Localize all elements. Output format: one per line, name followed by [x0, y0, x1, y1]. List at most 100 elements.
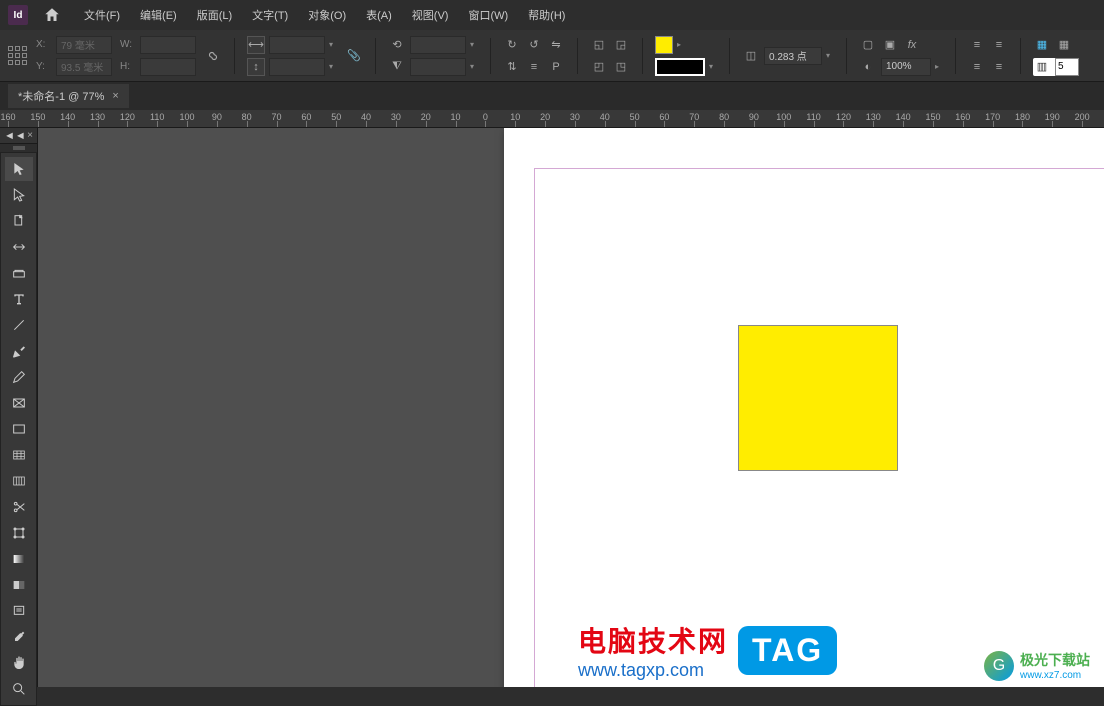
- chevron-down-icon[interactable]: ▾: [826, 51, 834, 60]
- menu-layout[interactable]: 版面(L): [189, 3, 240, 27]
- y-label: Y:: [36, 61, 52, 72]
- pencil-tool[interactable]: [5, 365, 33, 389]
- reference-point-widget[interactable]: [8, 46, 28, 66]
- chevron-down-icon[interactable]: ▾: [709, 62, 717, 71]
- canvas[interactable]: 电脑技术网 www.tagxp.com TAG G 极光下载站 www.xz7.…: [38, 128, 1104, 687]
- hand-tool[interactable]: [5, 651, 33, 675]
- chevron-down-icon[interactable]: ▾: [470, 62, 478, 71]
- chevron-down-icon[interactable]: ▾: [329, 40, 337, 49]
- watermark2-icon: G: [984, 651, 1014, 681]
- select-next-icon[interactable]: ◳: [612, 58, 630, 76]
- rotate-input[interactable]: [410, 36, 466, 54]
- panel-close-icon[interactable]: ×: [27, 130, 33, 141]
- control-bar: X: Y: W: H: ⟷ ▾ ↕ ▾ 📎: [0, 30, 1104, 82]
- panel-handle[interactable]: [13, 146, 25, 150]
- arrange-icon[interactable]: ▦: [1055, 36, 1073, 54]
- h-input[interactable]: [140, 58, 196, 76]
- fx-icon[interactable]: fx: [903, 36, 921, 54]
- fill-swatch[interactable]: [655, 36, 673, 54]
- scale-x-input[interactable]: [269, 36, 325, 54]
- stroke-swatch[interactable]: [655, 58, 705, 76]
- toolbox: [0, 152, 37, 706]
- tab-close-button[interactable]: ×: [112, 90, 118, 102]
- zoom-tool[interactable]: [5, 677, 33, 701]
- select-content-icon[interactable]: ◲: [612, 36, 630, 54]
- menu-view[interactable]: 视图(V): [404, 3, 457, 27]
- align-icon[interactable]: ≡: [525, 58, 543, 76]
- columns-input[interactable]: [1055, 58, 1079, 76]
- gradient-swatch-tool[interactable]: [5, 547, 33, 571]
- wrap-both-icon[interactable]: ≡: [968, 58, 986, 76]
- watermark2-url: www.xz7.com: [1020, 670, 1090, 681]
- chevron-right-icon[interactable]: ▸: [677, 40, 685, 49]
- x-input[interactable]: [56, 36, 112, 54]
- note-tool[interactable]: [5, 599, 33, 623]
- h-label: H:: [120, 61, 136, 72]
- watermark-tagxp: 电脑技术网 www.tagxp.com TAG: [578, 620, 837, 681]
- select-container-icon[interactable]: ◱: [590, 36, 608, 54]
- p-icon[interactable]: P: [547, 58, 565, 76]
- chevron-down-icon[interactable]: ▾: [329, 62, 337, 71]
- direct-selection-tool[interactable]: [5, 183, 33, 207]
- gap-tool[interactable]: [5, 235, 33, 259]
- gradient-feather-tool[interactable]: [5, 573, 33, 597]
- corner-icon[interactable]: ▣: [881, 36, 899, 54]
- scissors-tool[interactable]: [5, 495, 33, 519]
- opacity-input[interactable]: [881, 58, 931, 76]
- home-button[interactable]: [40, 3, 64, 27]
- document-tab[interactable]: *未命名-1 @ 77% ×: [8, 84, 129, 108]
- menu-file[interactable]: 文件(F): [76, 3, 128, 27]
- page-tool[interactable]: [5, 209, 33, 233]
- grid-icon[interactable]: ▦: [1033, 36, 1051, 54]
- rectangle-tool[interactable]: [5, 417, 33, 441]
- rotate-icon[interactable]: ⟲: [388, 36, 406, 54]
- menu-window[interactable]: 窗口(W): [460, 3, 516, 27]
- tool-panel: ◄◄ ×: [0, 128, 38, 687]
- wrap-right-icon[interactable]: ≡: [990, 36, 1008, 54]
- rotate-ccw-icon[interactable]: ↺: [525, 36, 543, 54]
- grid-tool[interactable]: [5, 443, 33, 467]
- chevron-down-icon[interactable]: ▾: [470, 40, 478, 49]
- menu-object[interactable]: 对象(O): [300, 3, 354, 27]
- document-page[interactable]: [504, 128, 1104, 687]
- shear-input[interactable]: [410, 58, 466, 76]
- menu-help[interactable]: 帮助(H): [520, 3, 573, 27]
- rotate-cw-icon[interactable]: ↻: [503, 36, 521, 54]
- stroke-weight-icon[interactable]: ◫: [742, 47, 760, 65]
- stroke-weight-input[interactable]: [764, 47, 822, 65]
- select-prev-icon[interactable]: ◰: [590, 58, 608, 76]
- w-input[interactable]: [140, 36, 196, 54]
- columns-icon[interactable]: ▥: [1033, 58, 1051, 76]
- pen-tool[interactable]: [5, 339, 33, 363]
- chevron-right-icon[interactable]: ▸: [935, 62, 943, 71]
- line-tool[interactable]: [5, 313, 33, 337]
- flip-v-icon[interactable]: ⇅: [503, 58, 521, 76]
- selection-tool[interactable]: [5, 157, 33, 181]
- wrap-left-icon[interactable]: ≡: [968, 36, 986, 54]
- menu-edit[interactable]: 编辑(E): [132, 3, 185, 27]
- panel-collapse-icon[interactable]: ◄◄: [4, 130, 26, 142]
- scale-y-input[interactable]: [269, 58, 325, 76]
- menu-table[interactable]: 表(A): [358, 3, 400, 27]
- free-transform-tool[interactable]: [5, 521, 33, 545]
- shear-icon[interactable]: ⧨: [388, 58, 406, 76]
- content-collector-tool[interactable]: [5, 261, 33, 285]
- scale-y-icon[interactable]: ↕: [247, 58, 265, 76]
- scale-x-icon[interactable]: ⟷: [247, 36, 265, 54]
- eyedropper-tool[interactable]: [5, 625, 33, 649]
- type-tool[interactable]: [5, 287, 33, 311]
- horizontal-grid-tool[interactable]: [5, 469, 33, 493]
- yellow-rectangle-object[interactable]: [738, 325, 898, 471]
- constrain-icon[interactable]: [204, 47, 222, 65]
- menu-text[interactable]: 文字(T): [244, 3, 296, 27]
- flip-h-icon[interactable]: ⇋: [547, 36, 565, 54]
- wrap-around-icon[interactable]: ≡: [990, 58, 1008, 76]
- tab-title: *未命名-1 @ 77%: [18, 88, 104, 104]
- opacity-icon[interactable]: ◐: [859, 58, 877, 76]
- horizontal-ruler[interactable]: 1601501401301201101009080706050403020100…: [0, 110, 1104, 128]
- rectangle-frame-tool[interactable]: [5, 391, 33, 415]
- y-input[interactable]: [56, 58, 112, 76]
- watermark2-title: 极光下载站: [1020, 650, 1090, 670]
- clip-icon[interactable]: 📎: [345, 47, 363, 65]
- effects-icon[interactable]: ▢: [859, 36, 877, 54]
